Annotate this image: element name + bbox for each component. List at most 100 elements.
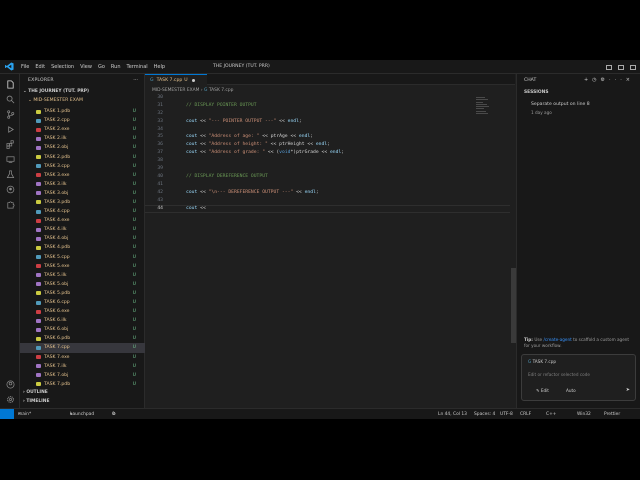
history-icon[interactable]: ◷ (592, 77, 600, 83)
chat-input[interactable]: Edit or refactor selected code (528, 372, 590, 377)
more-actions-icon[interactable]: ··· (133, 77, 138, 83)
menu-terminal[interactable]: Terminal (124, 60, 151, 74)
menu-file[interactable]: File (18, 60, 32, 74)
prettier-indicator[interactable]: Prettier (604, 409, 620, 419)
file-item[interactable]: TASK 4.pdb U (20, 243, 145, 252)
send-icon[interactable]: ➤ (626, 387, 630, 393)
close-icon[interactable]: × (626, 77, 634, 83)
toggle-sidebar-icon[interactable] (606, 64, 612, 70)
file-item[interactable]: TASK 3.obj U (20, 189, 145, 198)
accounts-icon[interactable] (4, 378, 16, 390)
unsaved-dot-icon[interactable] (191, 78, 195, 82)
file-item[interactable]: TASK 4.obj U (20, 234, 145, 243)
language-mode[interactable]: C++ (546, 409, 556, 419)
file-item[interactable]: TASK 2.exe U (20, 125, 145, 134)
file-item[interactable]: TASK 5.ilk U (20, 271, 145, 280)
remote-indicator-icon[interactable] (0, 409, 14, 419)
file-item[interactable]: TASK 4.ilk U (20, 225, 145, 234)
code-editor[interactable]: 30 31 // DISPLAY POINTER OUTPUT 32 33 cout <<… (145, 95, 510, 214)
file-item[interactable]: TASK 6.exe U (20, 307, 145, 316)
menu-run[interactable]: Run (108, 60, 124, 74)
menu-help[interactable]: Help (151, 60, 168, 74)
file-item[interactable]: TASK 3.cpp U (20, 162, 145, 171)
file-item[interactable]: TASK 1.pdb U (20, 107, 145, 116)
puzzle-icon[interactable] (4, 198, 16, 210)
code-line[interactable]: 42 cout << "\n--- DEREFERENCE OUTPUT ---"… (145, 190, 510, 198)
platform[interactable]: Win32 (577, 409, 591, 419)
code-line[interactable]: 32 (145, 111, 510, 119)
create-agent-link[interactable]: /create-agent (543, 337, 571, 342)
model-picker[interactable]: Auto (566, 388, 576, 393)
file-item[interactable]: TASK 7.ilk U (20, 362, 145, 371)
code-line[interactable]: 41 (145, 182, 510, 190)
menu-view[interactable]: View (77, 60, 95, 74)
file-item[interactable]: TASK 5.cpp U (20, 253, 145, 262)
timeline-label: TIMELINE (26, 399, 50, 404)
branch-name: main* (18, 412, 32, 417)
tab-task-7-cpp[interactable]: G TASK 7.cpp U (145, 74, 207, 85)
context-chip[interactable]: G TASK 7.cpp (528, 359, 556, 364)
github-icon[interactable] (4, 183, 16, 195)
mode-picker[interactable]: ✎ Edit (536, 388, 549, 393)
run-debug-icon[interactable] (4, 123, 16, 135)
code-line[interactable]: 38 (145, 158, 510, 166)
workspace-header[interactable]: ⌄ THE JOURNEY (TUT. PRP) (23, 89, 89, 94)
more-actions-icon[interactable]: ··· (609, 77, 626, 83)
file-item[interactable]: TASK 6.pdb U (20, 334, 145, 343)
toggle-secondary-sidebar-icon[interactable] (630, 64, 636, 70)
source-control-icon[interactable] (4, 108, 16, 120)
settings-gear-icon[interactable]: ⚙ (601, 77, 609, 83)
code-line[interactable]: 43 (145, 198, 510, 206)
file-item[interactable]: TASK 2.pdb U (20, 152, 145, 161)
new-chat-icon[interactable]: + (584, 77, 592, 83)
code-line[interactable]: 30 (145, 95, 510, 103)
extensions-icon[interactable] (4, 138, 16, 150)
session-item-title[interactable]: Separate output on line 8 (531, 102, 590, 107)
toggle-panel-icon[interactable] (618, 64, 624, 70)
file-item[interactable]: TASK 3.exe U (20, 171, 145, 180)
minimap[interactable] (476, 97, 490, 119)
file-item[interactable]: TASK 7.pdb U (20, 380, 145, 389)
file-item[interactable]: TASK 5.pdb U (20, 289, 145, 298)
sessions-header[interactable]: SESSIONS (524, 90, 549, 95)
file-item[interactable]: TASK 7.cpp U (20, 343, 145, 353)
file-item[interactable]: TASK 7.exe U (20, 353, 145, 362)
line-ending[interactable]: CRLF (520, 409, 531, 419)
testing-icon[interactable] (4, 168, 16, 180)
breadcrumb-folder[interactable]: MID-SEMESTER EXAM (152, 88, 199, 93)
indentation[interactable]: Spaces: 4 (474, 409, 495, 419)
file-item[interactable]: TASK 6.ilk U (20, 316, 145, 325)
folder-mid-semester-exam[interactable]: ⌄ MID-SEMESTER EXAM (28, 98, 83, 103)
file-item[interactable]: TASK 6.obj U (20, 325, 145, 334)
file-item[interactable]: TASK 4.cpp U (20, 207, 145, 216)
file-item[interactable]: TASK 4.exe U (20, 216, 145, 225)
cursor-position[interactable]: Ln 44, Col 13 (438, 409, 467, 419)
code-line[interactable]: 37 cout << "Address of grade: " << (void*… (145, 150, 510, 158)
breadcrumb-file[interactable]: TASK 7.cpp (209, 88, 234, 93)
file-item[interactable]: TASK 5.exe U (20, 262, 145, 271)
file-item[interactable]: TASK 3.ilk U (20, 180, 145, 189)
code-line[interactable]: 31 // DISPLAY POINTER OUTPUT (145, 103, 510, 111)
search-icon[interactable] (4, 93, 16, 105)
encoding[interactable]: UTF-8 (500, 409, 513, 419)
code-line[interactable]: 44 cout << (145, 205, 510, 214)
code-line[interactable]: 40 // DISPLAY DEREFERENCE OUTPUT (145, 174, 510, 182)
code-line[interactable]: 33 cout << "--- POINTER OUTPUT ---" << en… (145, 119, 510, 127)
menu-selection[interactable]: Selection (48, 60, 77, 74)
files-icon[interactable] (4, 78, 16, 90)
outline-section[interactable]: › OUTLINE (23, 390, 48, 395)
file-item[interactable]: TASK 2.ilk U (20, 134, 145, 143)
code-line[interactable]: 39 (145, 166, 510, 174)
file-item[interactable]: TASK 3.pdb U (20, 198, 145, 207)
window-title[interactable]: THE JOURNEY (TUT. PRR) (213, 60, 270, 74)
file-item[interactable]: TASK 2.obj U (20, 143, 145, 152)
file-item[interactable]: TASK 6.cpp U (20, 298, 145, 307)
timeline-section[interactable]: › TIMELINE (23, 399, 49, 404)
settings-gear-icon[interactable] (4, 393, 16, 405)
menu-go[interactable]: Go (95, 60, 108, 74)
file-item[interactable]: TASK 2.cpp U (20, 116, 145, 125)
menu-edit[interactable]: Edit (32, 60, 48, 74)
file-item[interactable]: TASK 5.obj U (20, 280, 145, 289)
remote-explorer-icon[interactable] (4, 153, 16, 165)
file-item[interactable]: TASK 7.obj U (20, 371, 145, 380)
